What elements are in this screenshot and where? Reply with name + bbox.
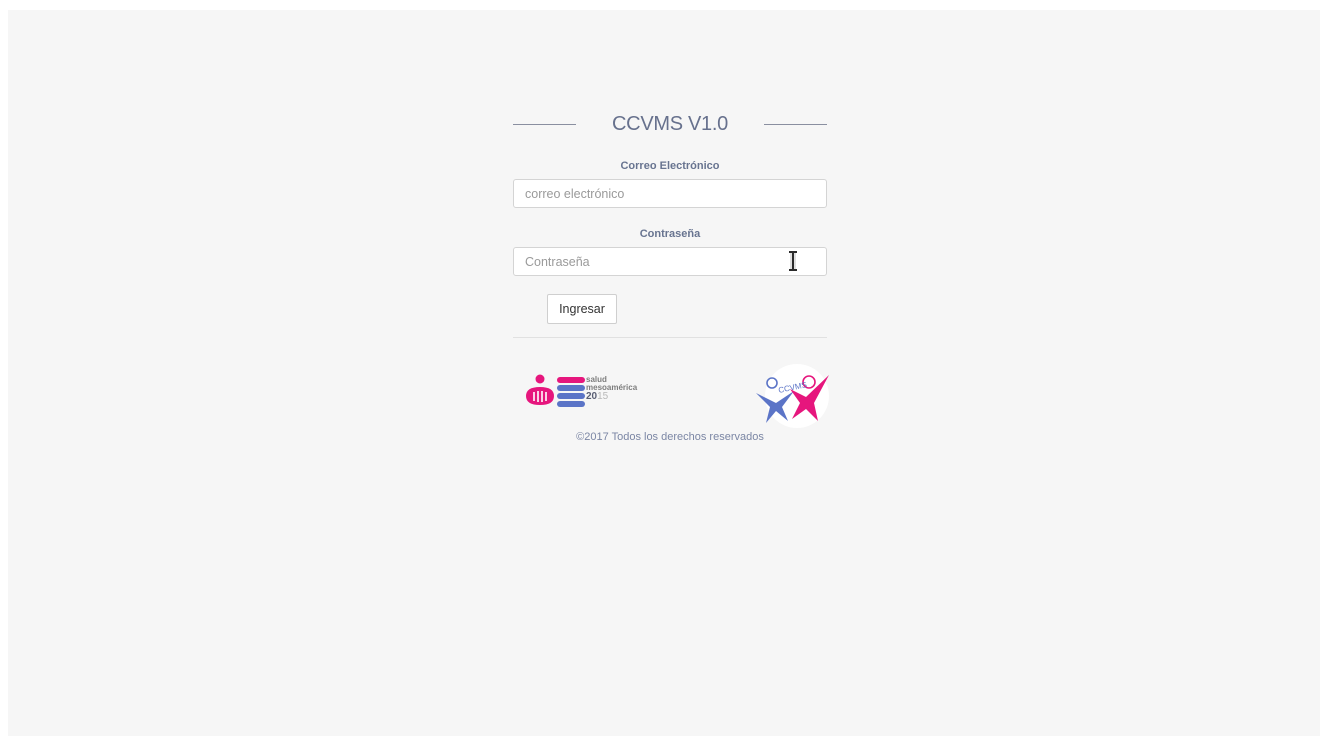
password-label: Contraseña [639,228,701,240]
password-field[interactable] [513,247,827,276]
logo-bar-3 [557,393,585,399]
text-cursor-icon [789,251,797,271]
title-divider-right [764,123,827,125]
logo-year-bold: 20 [586,391,598,402]
title-divider-left [513,123,576,125]
app-title: CCVMS V1.0 [612,112,728,135]
logo-bar-4 [557,401,585,407]
logo-year: 2015 [586,392,637,402]
login-button[interactable]: Ingresar [547,294,617,324]
email-field[interactable] [513,179,827,208]
page-background: CCVMS V1.0 Correo Electrónico Contraseña… [8,10,1320,736]
logo-bar-1 [557,377,585,383]
copyright-text: ©2017 Todos los derechos reservados [576,431,764,443]
logo-bar-2 [557,385,585,391]
footer-divider [513,337,827,338]
ccvms-logo: CCVMS [756,364,829,428]
logo-year-light: 15 [597,391,609,402]
logo-head-shape [535,374,545,384]
title-row: CCVMS V1.0 [513,110,827,138]
salud-mesoamerica-wordmark: salud mesoamérica 2015 [586,376,637,402]
email-label: Correo Electrónico [620,160,720,172]
logo-body-shape [526,387,554,405]
